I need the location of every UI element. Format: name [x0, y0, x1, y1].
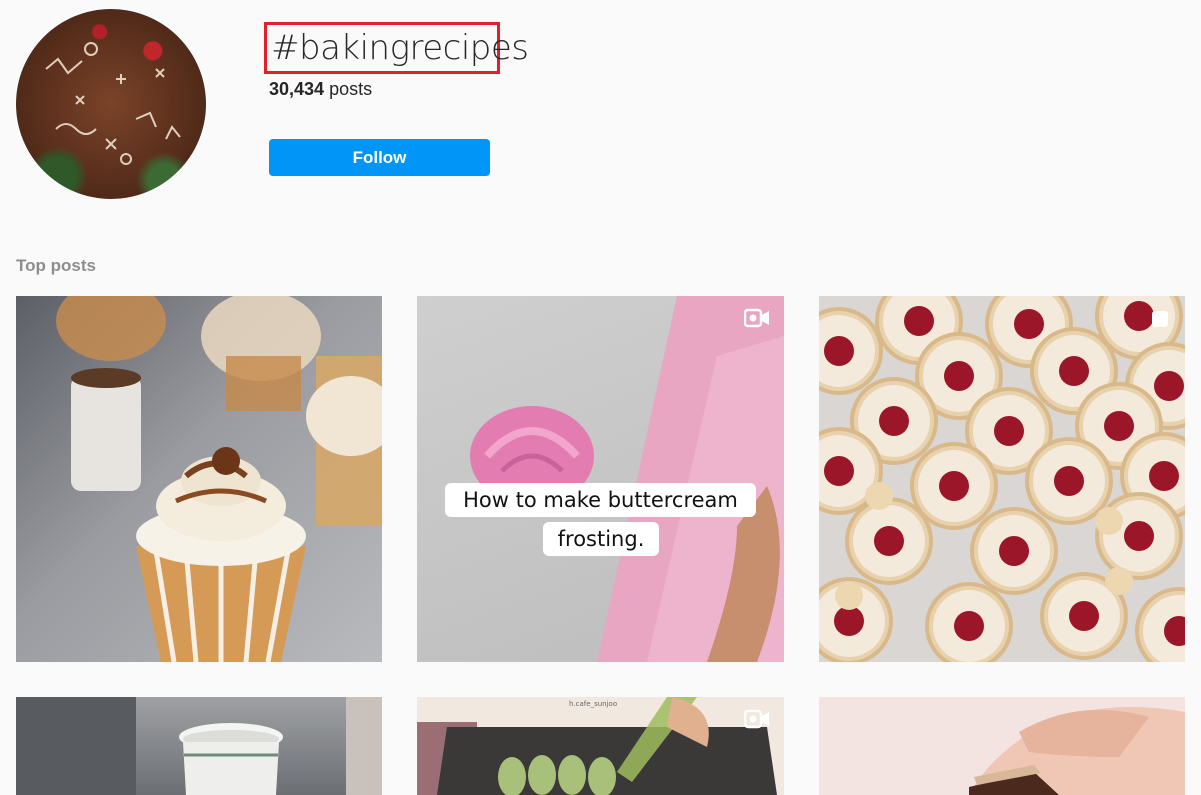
multiple-photos-icon — [1152, 311, 1168, 327]
post-tile-piping-video[interactable]: h.cafe_sunjoo — [417, 697, 784, 795]
post-tile-teacup[interactable] — [16, 697, 382, 795]
post-tile-buttercream-video[interactable]: How to make buttercream frosting. — [417, 296, 784, 662]
post-tile-cupcakes[interactable] — [16, 296, 382, 662]
video-camera-icon — [744, 709, 769, 729]
hashtag-avatar — [16, 9, 206, 199]
video-caption-line2: frosting. — [543, 522, 659, 556]
posts-count: 30,434 posts — [269, 79, 372, 100]
follow-button[interactable]: Follow — [269, 139, 490, 176]
video-watermark: h.cafe_sunjoo — [569, 700, 618, 708]
video-caption-line1: How to make buttercream — [445, 483, 756, 517]
cookies-photo — [819, 296, 1185, 662]
piping-photo — [417, 697, 777, 795]
cupcake-photo — [56, 296, 382, 662]
posts-count-number: 30,434 — [269, 79, 325, 99]
brownie-photo — [969, 707, 1185, 795]
posts-count-suffix: posts — [324, 79, 373, 99]
buttercream-photo — [470, 296, 784, 662]
post-tile-brownie[interactable] — [819, 697, 1185, 795]
video-camera-icon — [744, 308, 769, 328]
post-tile-linzer-cookies[interactable] — [819, 296, 1185, 662]
top-posts-label: Top posts — [16, 256, 96, 275]
teacup-photo — [16, 697, 382, 795]
hashtag-title: #bakingrecipes — [264, 22, 529, 74]
